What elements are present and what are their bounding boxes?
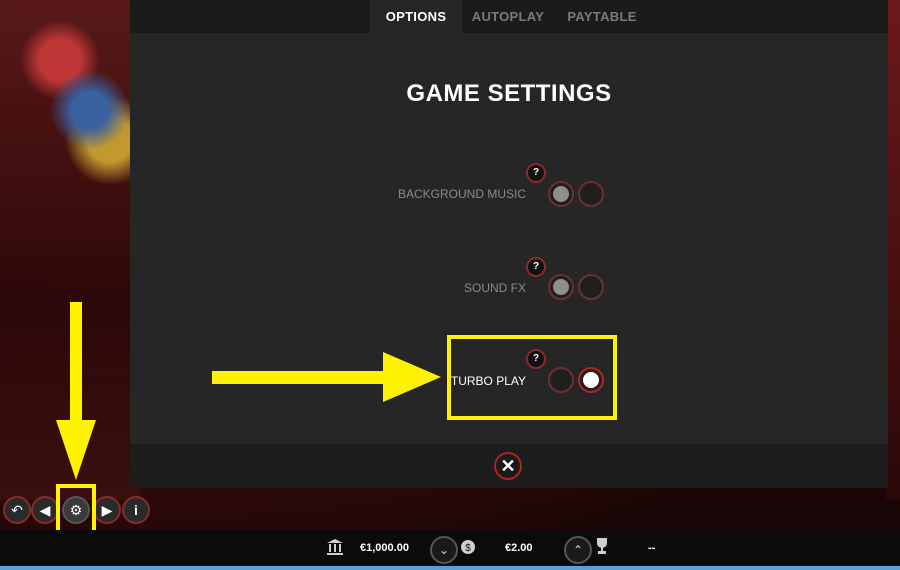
bet-decrease-button[interactable]: ⌄ <box>430 536 458 564</box>
annotation-arrow-vertical <box>70 302 82 422</box>
coins-icon: $ <box>460 537 476 562</box>
background-music-on-radio[interactable] <box>548 181 574 207</box>
svg-text:$: $ <box>465 543 471 554</box>
setting-label-background-music: BACKGROUND MUSIC <box>397 187 526 201</box>
close-button[interactable]: ✕ <box>494 452 522 480</box>
game-background-edge <box>886 0 900 500</box>
info-button[interactable]: i <box>122 496 150 524</box>
forward-button[interactable]: ▶ <box>93 496 121 524</box>
background-music-off-radio[interactable] <box>578 181 604 207</box>
setting-label-sound-fx: SOUND FX <box>463 281 526 295</box>
bet-value: €2.00 <box>505 542 533 554</box>
back-button[interactable]: ↶ <box>3 496 31 524</box>
tab-paytable[interactable]: PAYTABLE <box>554 0 650 33</box>
help-icon-sound-fx[interactable]: ? <box>526 257 546 277</box>
bank-icon <box>326 538 344 561</box>
tab-autoplay[interactable]: AUTOPLAY <box>462 0 554 33</box>
window-bottom-border <box>0 566 900 570</box>
balance-value: €1,000.00 <box>360 542 409 554</box>
tab-bar: OPTIONS AUTOPLAY PAYTABLE <box>130 0 888 33</box>
turbo-play-highlight-box <box>447 335 617 420</box>
trophy-icon <box>594 537 610 560</box>
settings-highlight-box <box>56 484 96 534</box>
tab-options[interactable]: OPTIONS <box>370 0 462 33</box>
sound-fx-off-radio[interactable] <box>578 274 604 300</box>
sound-button[interactable]: ◀ <box>31 496 59 524</box>
page-title: GAME SETTINGS <box>406 80 612 107</box>
sound-fx-on-radio[interactable] <box>548 274 574 300</box>
bet-increase-button[interactable]: ⌃ <box>564 536 592 564</box>
annotation-arrow-horizontal-head <box>383 352 441 402</box>
help-icon-background-music[interactable]: ? <box>526 163 546 183</box>
annotation-arrow-vertical-head <box>56 420 96 480</box>
win-value: -- <box>648 542 656 554</box>
annotation-arrow-horizontal <box>212 371 387 384</box>
